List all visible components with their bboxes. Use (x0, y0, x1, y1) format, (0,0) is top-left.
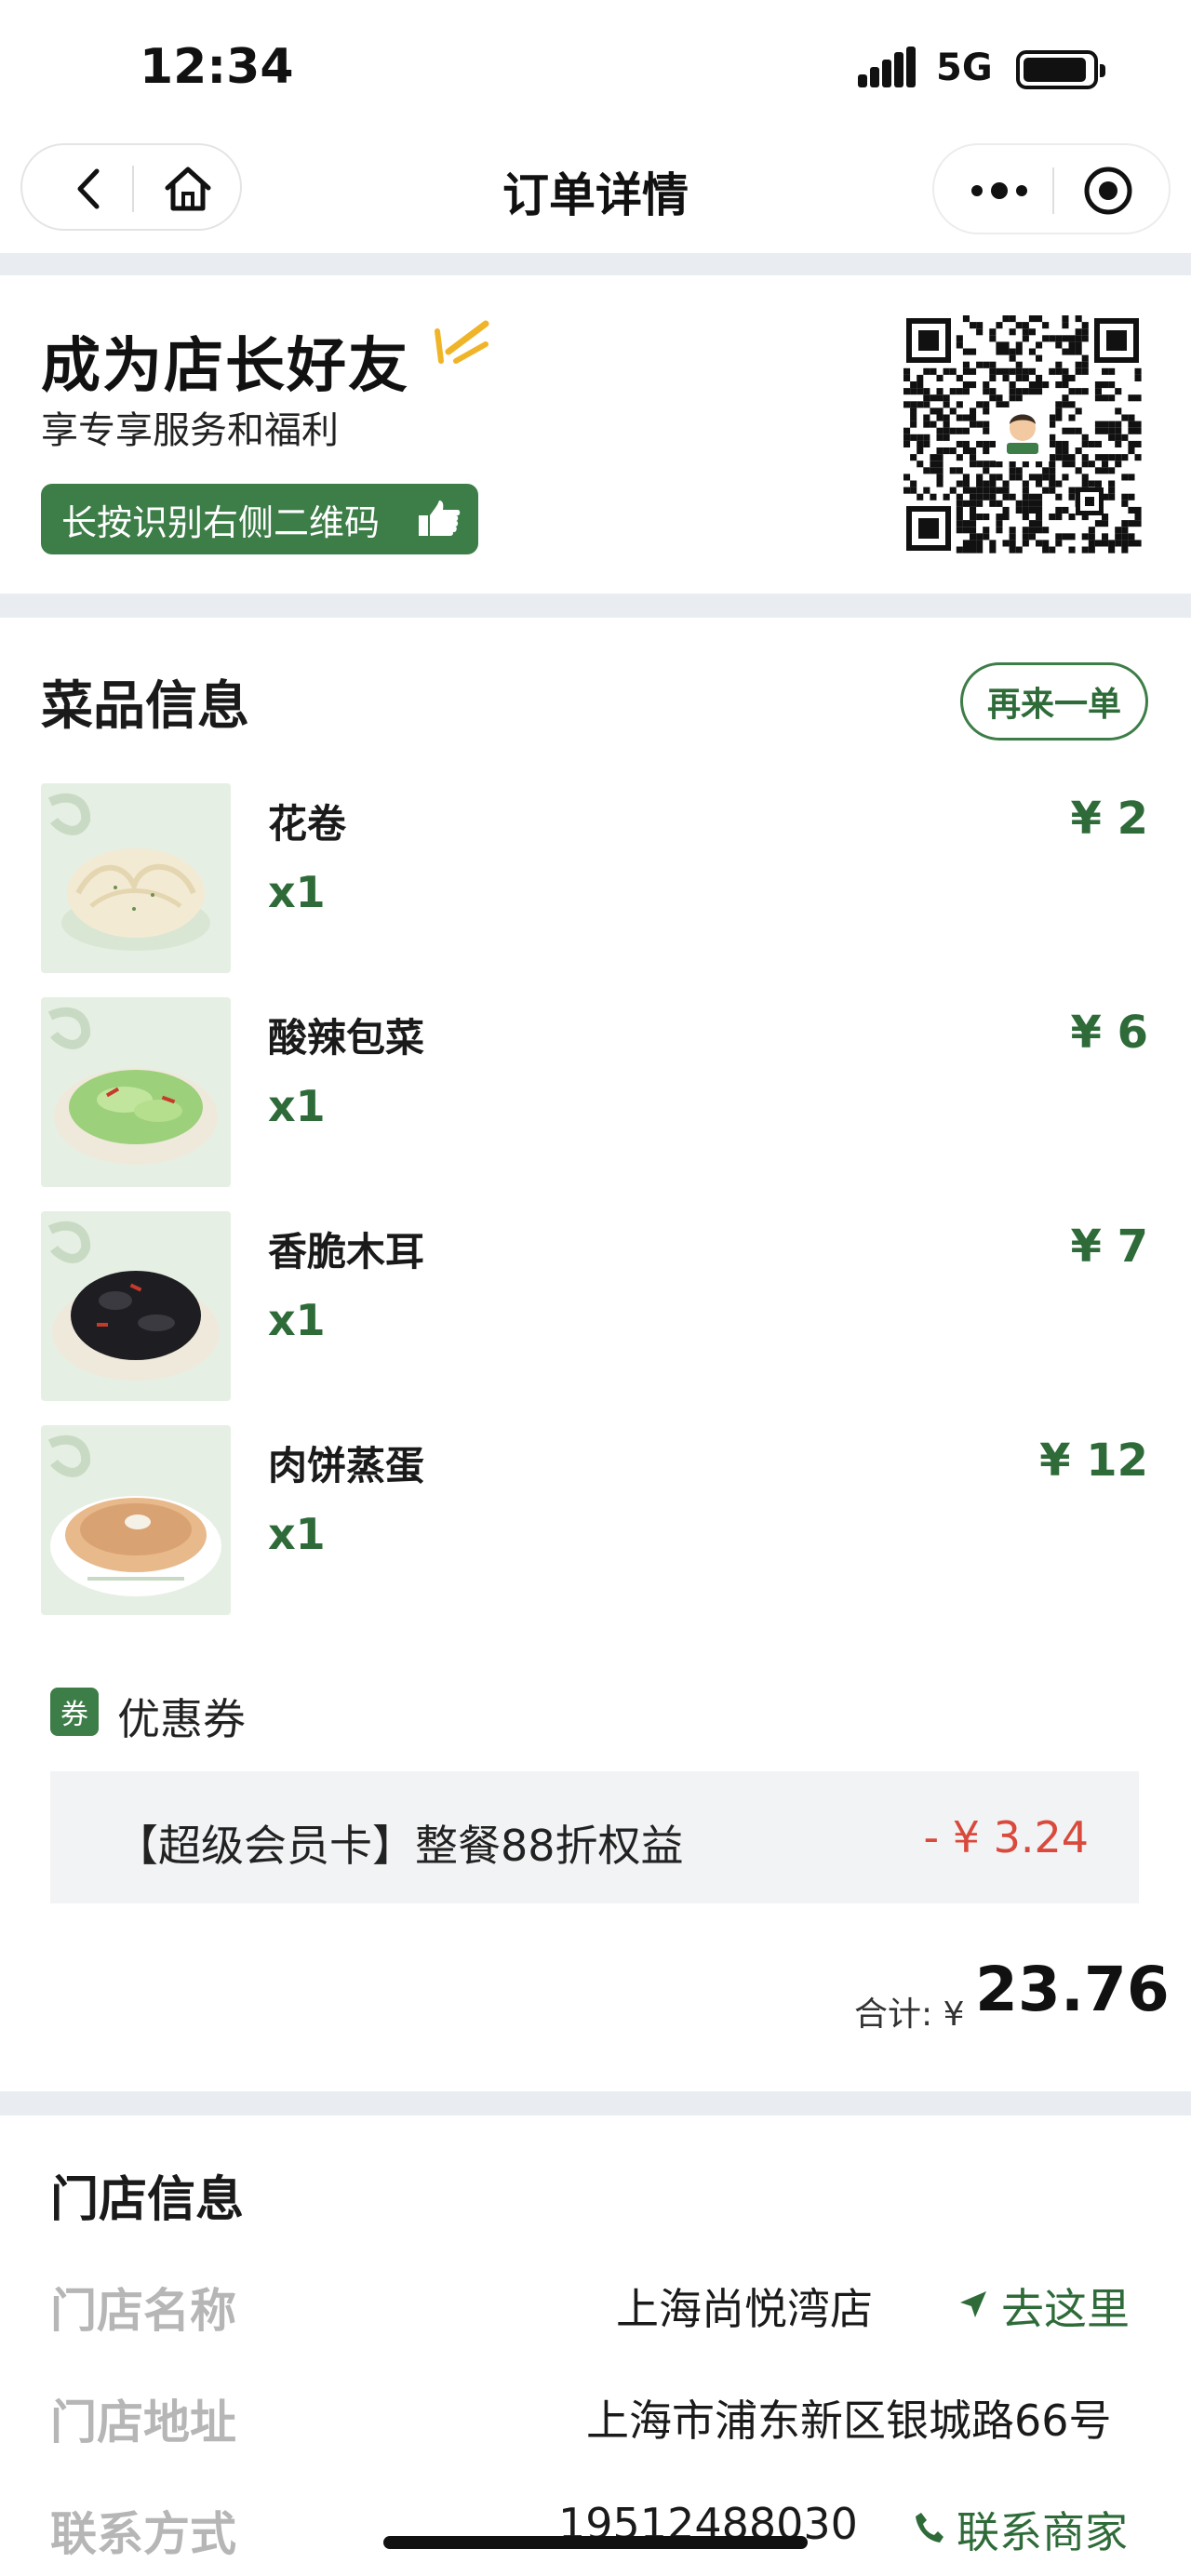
dish-qty: x1 (268, 867, 326, 917)
dish-image-steamed-egg (41, 1425, 231, 1615)
dish-row: 酸辣包菜 x1 ¥ 6 (0, 997, 1191, 1189)
dish-price: ¥ 7 (1070, 1221, 1148, 1273)
nav-capsule-right (932, 143, 1171, 234)
store-address-label: 门店地址 (50, 2396, 236, 2449)
dish-name: 酸辣包菜 (268, 1015, 425, 1061)
battery-icon (1016, 50, 1105, 89)
dish-price: ¥ 6 (1070, 1007, 1148, 1059)
dish-row: 花卷 x1 ¥ 2 (0, 783, 1191, 975)
location-arrow-icon (957, 2281, 990, 2331)
contact-merchant-label: 联系商家 (957, 2507, 1128, 2557)
dish-qty: x1 (268, 1509, 326, 1559)
dish-image-cabbage (41, 997, 231, 1187)
scan-qr-button[interactable]: 长按识别右侧二维码 (41, 484, 478, 554)
dish-name: 花卷 (268, 801, 347, 847)
phone-icon (914, 2504, 945, 2555)
contact-label: 联系方式 (50, 2507, 236, 2561)
store-address-value: 上海市浦东新区银城路66号 (586, 2396, 1112, 2446)
section-divider (0, 253, 1191, 275)
promo-subtitle: 享专享服务和福利 (41, 409, 339, 452)
dish-qty: x1 (268, 1081, 326, 1131)
dish-name: 香脆木耳 (268, 1229, 425, 1275)
dishes-section-title: 菜品信息 (41, 676, 249, 737)
store-name-value: 上海尚悦湾店 (616, 2284, 873, 2334)
dish-row: 香脆木耳 x1 ¥ 7 (0, 1211, 1191, 1403)
scan-qr-label: 长按识别右侧二维码 (61, 501, 381, 543)
pointing-hand-icon (415, 499, 462, 540)
dish-qty: x1 (268, 1295, 326, 1345)
coupon-label: 优惠券 (117, 1694, 246, 1744)
total-value: 23.76 (975, 1954, 1170, 2025)
network-type: 5G (936, 47, 993, 89)
sparkle-icon (430, 313, 495, 378)
close-miniprogram-icon[interactable] (1079, 162, 1137, 220)
promo-title: 成为店长好友 (41, 332, 409, 401)
store-section-title: 门店信息 (50, 2172, 245, 2228)
coupon-discount: - ¥ 3.24 (923, 1812, 1089, 1862)
dish-image-huajuan (41, 783, 231, 973)
signal-icon (858, 47, 916, 87)
section-divider (0, 2091, 1191, 2116)
dish-price: ¥ 12 (1039, 1435, 1148, 1487)
section-divider (0, 594, 1191, 618)
reorder-button[interactable]: 再来一单 (960, 662, 1148, 741)
status-time: 12:34 (140, 39, 294, 95)
home-indicator (383, 2536, 808, 2549)
navigate-button[interactable]: 去这里 (957, 2276, 1130, 2337)
coupon-item: 【超级会员卡】整餐88折权益 - ¥ 3.24 (50, 1771, 1139, 1903)
dish-price: ¥ 2 (1070, 793, 1148, 845)
more-icon[interactable] (962, 164, 1037, 218)
dish-row: 肉饼蒸蛋 x1 ¥ 12 (0, 1425, 1191, 1617)
qr-code[interactable] (903, 314, 1143, 554)
status-bar: 12:34 5G (0, 0, 1191, 140)
coupon-icon: 券 (50, 1688, 99, 1736)
total-label: 合计: ¥ (854, 1995, 965, 2034)
dish-name: 肉饼蒸蛋 (268, 1443, 425, 1488)
contact-merchant-button[interactable]: 联系商家 (914, 2499, 1128, 2560)
nav-divider (1052, 167, 1054, 214)
coupon-name: 【超级会员卡】整餐88折权益 (115, 1821, 684, 1871)
dish-image-woodear (41, 1211, 231, 1401)
store-name-label: 门店名称 (50, 2284, 236, 2338)
navigate-label: 去这里 (1001, 2284, 1130, 2334)
